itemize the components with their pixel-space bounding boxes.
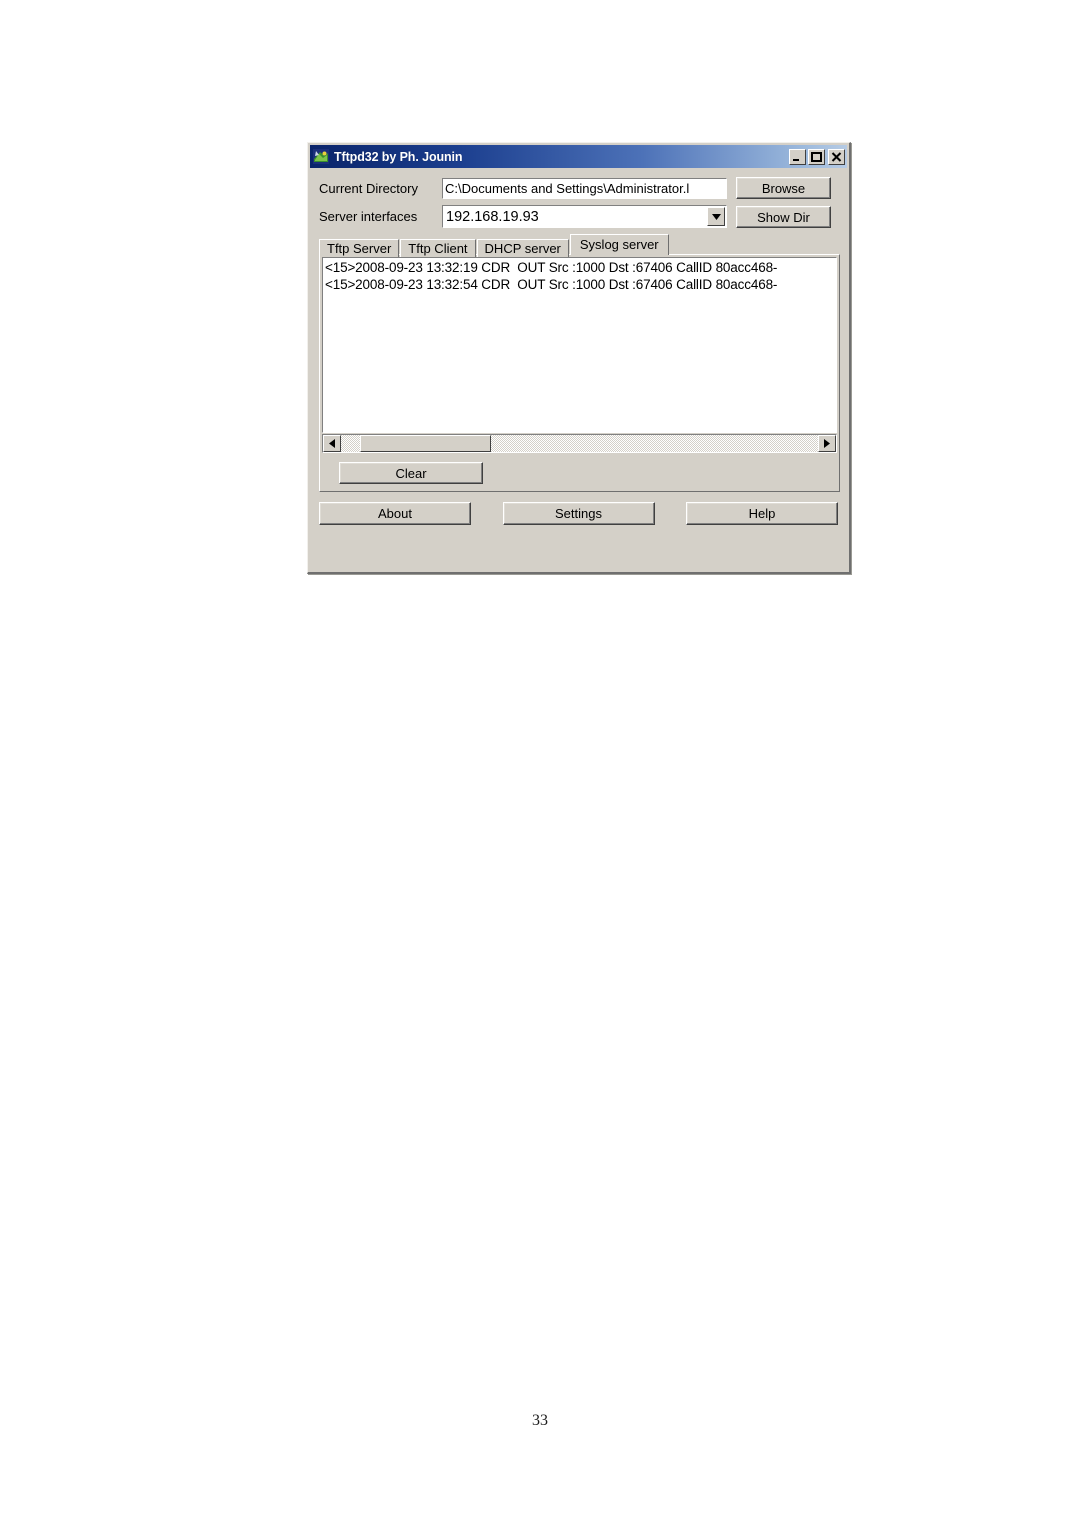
scrollbar-track[interactable] xyxy=(341,435,818,452)
clear-button[interactable]: Clear xyxy=(339,462,483,484)
dialog-button-bar: About Settings Help xyxy=(319,502,838,525)
current-directory-row: Current Directory C:\Documents and Setti… xyxy=(319,177,840,199)
tftpd32-app-icon xyxy=(313,149,329,164)
chevron-down-icon[interactable] xyxy=(707,207,725,226)
server-interfaces-select[interactable]: 192.168.19.93 xyxy=(442,205,727,228)
browse-button[interactable]: Browse xyxy=(736,177,831,199)
current-directory-label: Current Directory xyxy=(319,180,418,196)
syslog-server-panel: <15>2008-09-23 13:32:19 CDR OUT Src :100… xyxy=(319,254,840,492)
tftpd32-window: Tftpd32 by Ph. Jounin Current Directory … xyxy=(307,142,851,574)
scrollbar-thumb[interactable] xyxy=(360,435,492,452)
page-number: 33 xyxy=(532,1412,548,1429)
syslog-horizontal-scrollbar[interactable] xyxy=(322,434,837,453)
close-icon[interactable] xyxy=(828,148,845,165)
tab-control: Tftp Server Tftp Client DHCP server Sysl… xyxy=(319,234,840,492)
show-dir-button[interactable]: Show Dir xyxy=(736,206,831,228)
window-titlebar[interactable]: Tftpd32 by Ph. Jounin xyxy=(310,145,847,168)
list-item: <15>2008-09-23 13:32:54 CDR OUT Src :100… xyxy=(325,277,778,292)
tab-tftp-client[interactable]: Tftp Client xyxy=(400,239,476,257)
syslog-message-list[interactable]: <15>2008-09-23 13:32:19 CDR OUT Src :100… xyxy=(322,257,837,433)
triangle-left-icon[interactable] xyxy=(323,435,341,452)
minimize-icon[interactable] xyxy=(789,148,806,165)
settings-button[interactable]: Settings xyxy=(502,502,655,525)
triangle-right-icon[interactable] xyxy=(818,435,836,452)
about-button[interactable]: About xyxy=(319,502,471,525)
top-form-area: Current Directory C:\Documents and Setti… xyxy=(308,168,849,228)
tab-strip: Tftp Server Tftp Client DHCP server Sysl… xyxy=(319,234,840,257)
tab-tftp-server[interactable]: Tftp Server xyxy=(319,239,400,257)
list-item: <15>2008-09-23 13:32:19 CDR OUT Src :100… xyxy=(325,260,778,275)
window-title: Tftpd32 by Ph. Jounin xyxy=(334,149,463,164)
server-interfaces-value: 192.168.19.93 xyxy=(446,208,539,225)
help-button[interactable]: Help xyxy=(686,502,838,525)
server-interfaces-row: Server interfaces 192.168.19.93 Show Dir xyxy=(319,205,840,228)
tab-syslog-server[interactable]: Syslog server xyxy=(569,234,669,255)
tab-dhcp-server[interactable]: DHCP server xyxy=(476,239,569,257)
maximize-icon[interactable] xyxy=(808,148,825,165)
current-directory-input[interactable]: C:\Documents and Settings\Administrator.… xyxy=(442,177,727,199)
server-interfaces-label: Server interfaces xyxy=(319,209,418,224)
